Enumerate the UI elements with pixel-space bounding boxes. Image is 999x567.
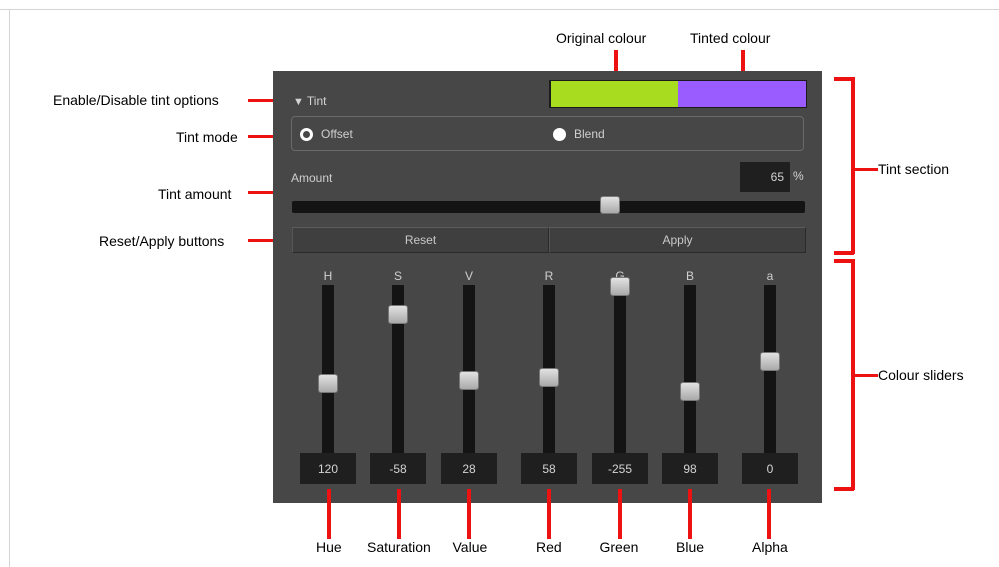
slider-channel-label: S xyxy=(393,269,402,283)
bracket-sliders-bottom xyxy=(834,487,854,491)
triangle-down-icon: ▼ xyxy=(293,96,304,108)
bracket-tint-bottom xyxy=(834,251,854,255)
slider-track[interactable] xyxy=(322,285,334,453)
caption-blue: Blue xyxy=(676,539,705,555)
caption-line-value xyxy=(467,489,471,539)
caption-line-red xyxy=(547,489,551,539)
slider-value-input[interactable]: 28 xyxy=(441,453,497,484)
slider-value-input[interactable]: 120 xyxy=(300,453,356,484)
caption-line-alpha xyxy=(767,489,771,539)
tint-toggle-label: Tint xyxy=(306,94,327,108)
mode-offset-radio[interactable]: Offset xyxy=(300,127,353,141)
slider-thumb[interactable] xyxy=(539,368,559,388)
slider-red: R 58 xyxy=(521,269,577,485)
frame-top-border xyxy=(0,9,999,10)
amount-unit: % xyxy=(793,169,804,183)
slider-channel-label: R xyxy=(544,269,554,283)
slider-track[interactable] xyxy=(684,285,696,453)
caption-line-blue xyxy=(688,489,692,539)
slider-value-input[interactable]: -58 xyxy=(370,453,426,484)
slider-value-input[interactable]: 98 xyxy=(662,453,718,484)
callout-tint-mode: Tint mode xyxy=(176,129,238,145)
callout-tint-section: Tint section xyxy=(878,161,950,177)
bracket-sliders-pointer xyxy=(854,374,878,377)
slider-blue: B 98 xyxy=(662,269,718,485)
slider-hue: H 120 xyxy=(300,269,356,485)
slider-value-input[interactable]: -255 xyxy=(592,453,648,484)
amount-slider-thumb[interactable] xyxy=(600,196,621,214)
mode-blend-radio[interactable]: Blend xyxy=(553,127,605,141)
slider-thumb[interactable] xyxy=(680,382,700,402)
slider-thumb[interactable] xyxy=(459,371,479,391)
bracket-tint-vertical xyxy=(851,77,855,254)
caption-line-green xyxy=(618,489,622,539)
slider-channel-label: V xyxy=(464,269,473,283)
mode-blend-label: Blend xyxy=(574,127,605,141)
slider-saturation: S -58 xyxy=(370,269,426,485)
caption-red: Red xyxy=(536,539,562,555)
slider-thumb[interactable] xyxy=(760,352,780,372)
callout-reset-apply: Reset/Apply buttons xyxy=(99,233,225,249)
original-colour-swatch xyxy=(551,81,679,107)
slider-value-input[interactable]: 0 xyxy=(742,453,798,484)
amount-label: Amount xyxy=(291,171,333,185)
tinted-colour-swatch xyxy=(678,81,806,107)
slider-thumb[interactable] xyxy=(388,305,408,325)
callout-colour-sliders: Colour sliders xyxy=(878,367,964,383)
reset-button[interactable]: Reset xyxy=(292,227,549,253)
amount-slider-track[interactable] xyxy=(292,196,805,214)
callout-tinted-colour: Tinted colour xyxy=(690,30,771,46)
caption-saturation: Saturation xyxy=(367,539,431,555)
slider-value: V 28 xyxy=(441,269,497,485)
caption-green: Green xyxy=(599,539,639,555)
slider-track[interactable] xyxy=(463,285,475,453)
slider-thumb[interactable] xyxy=(318,374,338,394)
caption-line-saturation xyxy=(397,489,401,539)
callout-original-colour: Original colour xyxy=(556,30,647,46)
mode-offset-label: Offset xyxy=(321,127,353,141)
callout-enable-disable: Enable/Disable tint options xyxy=(53,92,219,108)
callout-tint-amount: Tint amount xyxy=(158,186,232,202)
slider-alpha: a0 xyxy=(742,269,798,485)
tint-mode-group: Offset Blend xyxy=(291,116,804,151)
caption-alpha: Alpha xyxy=(752,539,788,555)
caption-line-hue xyxy=(327,489,331,539)
slider-green: G -255 xyxy=(592,269,648,485)
slider-value-input[interactable]: 58 xyxy=(521,453,577,484)
amount-input[interactable]: 65 xyxy=(740,162,790,192)
apply-button[interactable]: Apply xyxy=(549,227,806,253)
radio-selected-icon xyxy=(300,127,313,141)
slider-channel-label: a xyxy=(766,269,774,283)
caption-value: Value xyxy=(452,539,488,555)
radio-unselected-icon xyxy=(553,127,566,141)
slider-track[interactable] xyxy=(614,285,626,453)
tint-panel: ▼ Tint Offset Blend Amount 65 % Reset App… xyxy=(273,71,822,503)
slider-channel-label: H xyxy=(323,269,333,283)
tint-section-toggle[interactable]: ▼ Tint xyxy=(293,94,326,108)
caption-hue: Hue xyxy=(316,539,342,555)
slider-channel-label: B xyxy=(685,269,694,283)
bracket-tint-pointer xyxy=(854,168,878,171)
frame-left-border xyxy=(9,9,10,567)
slider-thumb[interactable] xyxy=(610,277,630,296)
